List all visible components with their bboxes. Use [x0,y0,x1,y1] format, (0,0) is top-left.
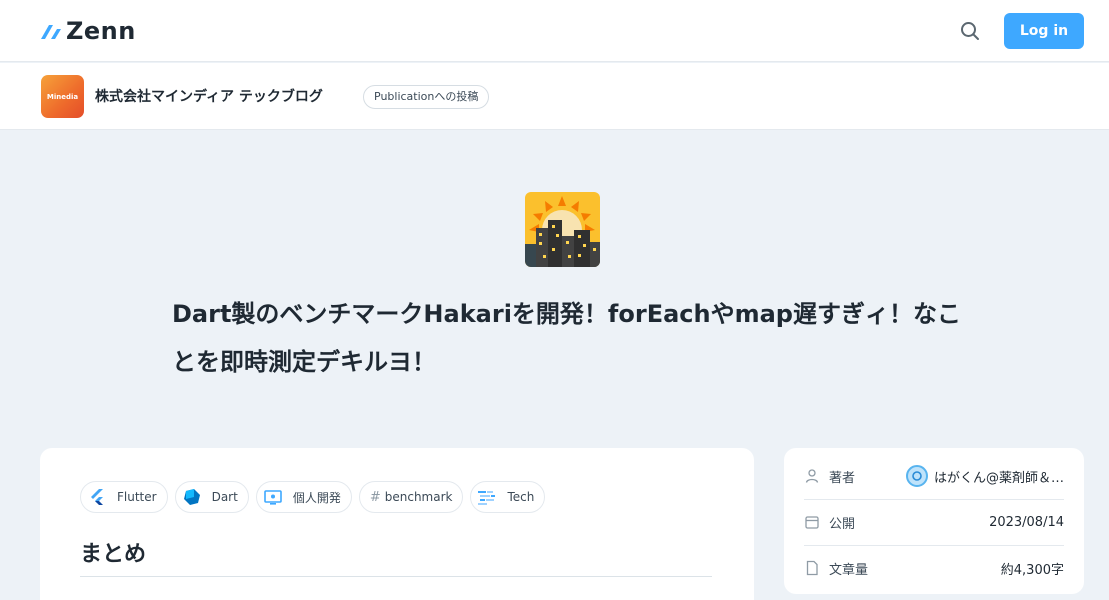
logo-text: Zenn [66,17,136,45]
search-icon [961,22,979,40]
topic-list: Flutter Dart 個人開発 # benchmark Tech [80,481,546,513]
topic-benchmark[interactable]: # benchmark [358,481,464,513]
article-emoji [525,192,600,267]
section-divider [80,576,712,577]
length-label: 文章量 [829,562,869,578]
flutter-icon [85,485,109,509]
publication-name[interactable]: 株式会社マインディア テックブログ [95,86,323,106]
topic-dart[interactable]: Dart [174,481,249,513]
dart-icon [180,485,204,509]
topic-flutter[interactable]: Flutter [80,481,168,513]
author-link[interactable]: はがくん@薬剤師＆… [905,465,1064,487]
site-header: Zenn Log in [0,0,1109,62]
zenn-logo[interactable]: Zenn [40,19,136,43]
document-icon [806,560,818,576]
article-info-card: 著者 はがくん@薬剤師＆… 公開 2023/08/14 文章量 約4,300字 [784,448,1084,594]
hash-icon: # [369,489,381,505]
author-row: 著者 はがくん@薬剤師＆… [804,453,1064,499]
published-label: 公開 [829,516,856,532]
search-button[interactable] [958,19,982,43]
length-row: 文章量 約4,300字 [804,545,1064,591]
author-label: 著者 [829,470,856,486]
zenn-logo-icon [41,25,61,39]
topic-label: Tech [507,490,535,504]
length-value: 約4,300字 [1000,562,1064,578]
tech-icon [475,485,499,509]
topic-label: Dart [211,490,238,504]
topic-tech[interactable]: Tech [470,481,546,513]
article-body-card: Flutter Dart 個人開発 # benchmark Tech まとめ [40,448,754,600]
topic-label: benchmark [384,490,453,504]
section-heading: まとめ [80,542,147,567]
user-icon [805,469,819,483]
login-button[interactable]: Log in [1004,13,1084,49]
sunrise-over-buildings-icon [525,192,600,267]
publication-bar: Minedia 株式会社マインディア テックブログ Publicationへの投… [0,63,1109,130]
published-row: 公開 2023/08/14 [804,499,1064,545]
avatar [905,465,928,487]
monitor-icon [261,485,285,509]
publication-avatar[interactable]: Minedia [41,75,84,118]
publication-badge: Publicationへの投稿 [363,85,490,109]
publication-avatar-text: Minedia [46,92,79,101]
article-title: Dart製のベンチマークHakariを開発！forEachやmap遅すぎィ！なこ… [172,300,961,376]
topic-personal-dev[interactable]: 個人開発 [255,481,352,513]
calendar-icon [805,516,819,529]
published-date: 2023/08/14 [989,514,1064,530]
author-name: はがくん@薬剤師＆… [933,470,1064,486]
topic-label: 個人開発 [292,490,341,505]
topic-label: Flutter [117,490,157,504]
